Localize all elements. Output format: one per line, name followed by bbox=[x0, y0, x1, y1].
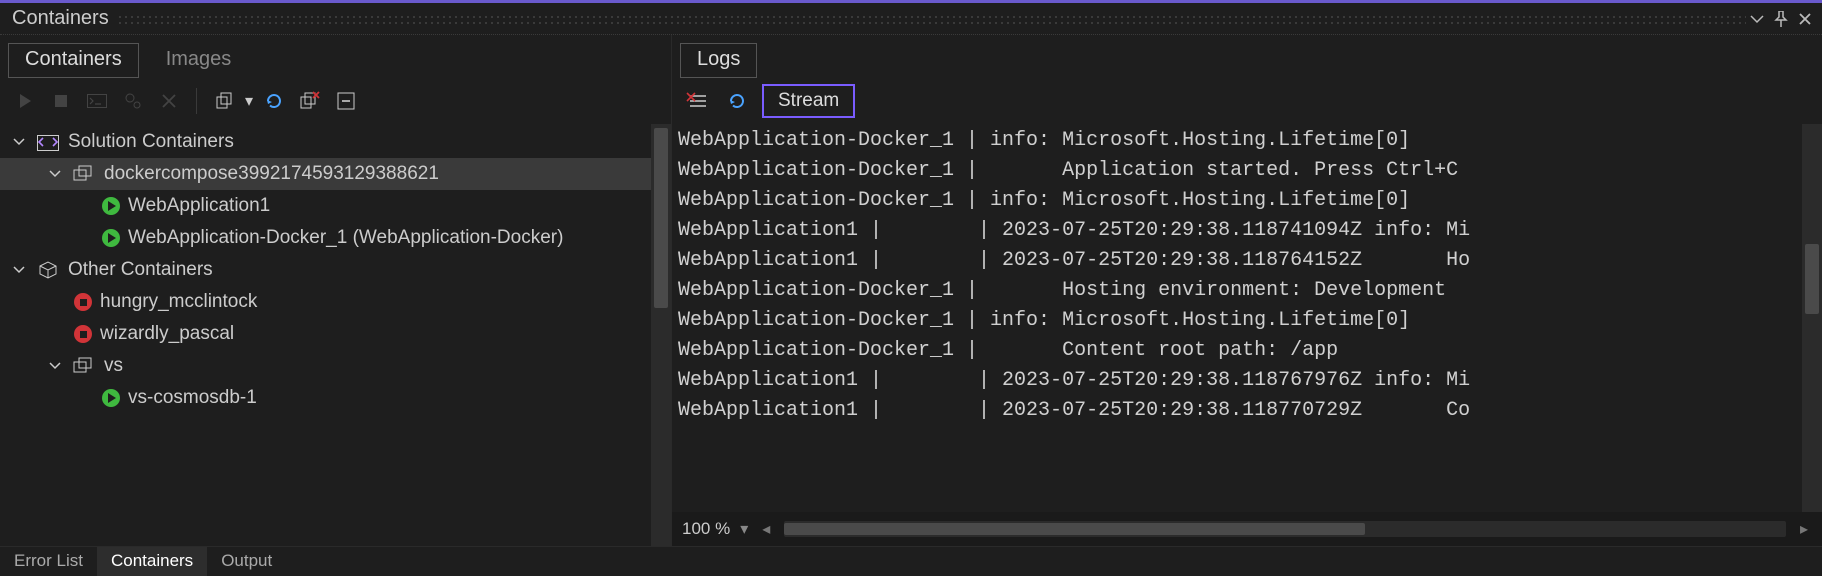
tab-images[interactable]: Images bbox=[149, 43, 249, 78]
scroll-right-icon[interactable]: ▸ bbox=[1796, 521, 1812, 537]
horizontal-scrollbar[interactable] bbox=[784, 521, 1786, 537]
scrollbar-thumb[interactable] bbox=[784, 523, 1365, 535]
tree-label: Solution Containers bbox=[68, 132, 234, 153]
grip-pattern bbox=[117, 12, 1746, 26]
panel-title-bar: Containers bbox=[0, 3, 1822, 35]
zoom-level[interactable]: 100 % bbox=[682, 519, 730, 539]
tree-scrollbar[interactable] bbox=[651, 124, 671, 546]
expand-icon[interactable] bbox=[46, 360, 64, 372]
status-stopped-icon bbox=[74, 293, 92, 311]
tree-node-container[interactable]: WebApplication-Docker_1 (WebApplication-… bbox=[0, 222, 651, 254]
dropdown-chevron-icon[interactable]: ▾ bbox=[245, 91, 253, 111]
stream-button[interactable]: Stream bbox=[762, 84, 855, 118]
refresh-icon[interactable] bbox=[259, 86, 289, 116]
pin-icon[interactable] bbox=[1774, 11, 1788, 27]
status-running-icon bbox=[102, 229, 120, 247]
container-tree[interactable]: Solution Containers dockercompose3992174… bbox=[0, 124, 651, 546]
tree-label: WebApplication1 bbox=[128, 196, 270, 217]
right-tab-strip: Logs bbox=[672, 35, 1822, 78]
tree-label: WebApplication-Docker_1 (WebApplication-… bbox=[128, 228, 563, 249]
tab-logs[interactable]: Logs bbox=[680, 43, 757, 78]
clear-logs-icon[interactable] bbox=[682, 86, 712, 116]
tree-node-solution[interactable]: Solution Containers bbox=[0, 126, 651, 158]
status-running-icon bbox=[102, 389, 120, 407]
status-stopped-icon bbox=[74, 325, 92, 343]
left-tab-strip: Containers Images bbox=[0, 35, 671, 78]
refresh-logs-icon[interactable] bbox=[722, 86, 752, 116]
tab-containers-bottom[interactable]: Containers bbox=[97, 547, 207, 576]
tab-containers[interactable]: Containers bbox=[8, 43, 139, 78]
tree-node-compose[interactable]: dockercompose3992174593129388621 bbox=[0, 158, 651, 190]
solution-icon bbox=[36, 133, 60, 151]
container-group-icon bbox=[36, 261, 60, 279]
prune-icon[interactable] bbox=[295, 86, 325, 116]
tab-output[interactable]: Output bbox=[207, 547, 286, 576]
copy-icon[interactable] bbox=[209, 86, 239, 116]
tree-label: vs bbox=[104, 356, 123, 377]
containers-pane: Containers Images ▾ bbox=[0, 35, 672, 546]
tree-node-vs[interactable]: vs bbox=[0, 350, 651, 382]
log-footer: 100 % ▾ ◂ ▸ bbox=[672, 512, 1822, 546]
compose-group-icon bbox=[72, 357, 96, 375]
log-output[interactable]: WebApplication-Docker_1 | info: Microsof… bbox=[672, 124, 1802, 512]
scroll-left-icon[interactable]: ◂ bbox=[758, 521, 774, 537]
tree-node-container[interactable]: vs-cosmosdb-1 bbox=[0, 382, 651, 414]
tab-error-list[interactable]: Error List bbox=[0, 547, 97, 576]
scrollbar-thumb[interactable] bbox=[654, 128, 668, 308]
left-toolbar: ▾ bbox=[0, 78, 671, 124]
stop-icon[interactable] bbox=[46, 86, 76, 116]
panel-menu-icon[interactable] bbox=[1750, 12, 1764, 26]
zoom-dropdown-icon[interactable]: ▾ bbox=[740, 519, 748, 539]
toolbar-separator bbox=[196, 88, 197, 114]
status-running-icon bbox=[102, 197, 120, 215]
bottom-tab-strip: Error List Containers Output bbox=[0, 546, 1822, 576]
expand-icon[interactable] bbox=[46, 168, 64, 180]
tree-node-container[interactable]: wizardly_pascal bbox=[0, 318, 651, 350]
tree-node-container[interactable]: WebApplication1 bbox=[0, 190, 651, 222]
scrollbar-thumb[interactable] bbox=[1805, 244, 1819, 314]
settings-icon[interactable] bbox=[118, 86, 148, 116]
expand-icon[interactable] bbox=[10, 264, 28, 276]
collapse-all-icon[interactable] bbox=[331, 86, 361, 116]
terminal-icon[interactable] bbox=[82, 86, 112, 116]
tree-label: vs-cosmosdb-1 bbox=[128, 388, 257, 409]
tree-label: wizardly_pascal bbox=[100, 324, 234, 345]
tree-node-container[interactable]: hungry_mcclintock bbox=[0, 286, 651, 318]
tree-node-other[interactable]: Other Containers bbox=[0, 254, 651, 286]
tree-label: hungry_mcclintock bbox=[100, 292, 257, 313]
close-icon[interactable] bbox=[1798, 12, 1812, 26]
logs-toolbar: Stream bbox=[672, 78, 1822, 124]
details-pane: Logs Stream WebApplication-Docker_1 | in… bbox=[672, 35, 1822, 546]
compose-group-icon bbox=[72, 165, 96, 183]
log-scrollbar[interactable] bbox=[1802, 124, 1822, 512]
expand-icon[interactable] bbox=[10, 136, 28, 148]
panel-title: Containers bbox=[6, 7, 117, 30]
start-icon[interactable] bbox=[10, 86, 40, 116]
tree-label: Other Containers bbox=[68, 260, 213, 281]
delete-icon[interactable] bbox=[154, 86, 184, 116]
tree-label: dockercompose3992174593129388621 bbox=[104, 164, 439, 185]
